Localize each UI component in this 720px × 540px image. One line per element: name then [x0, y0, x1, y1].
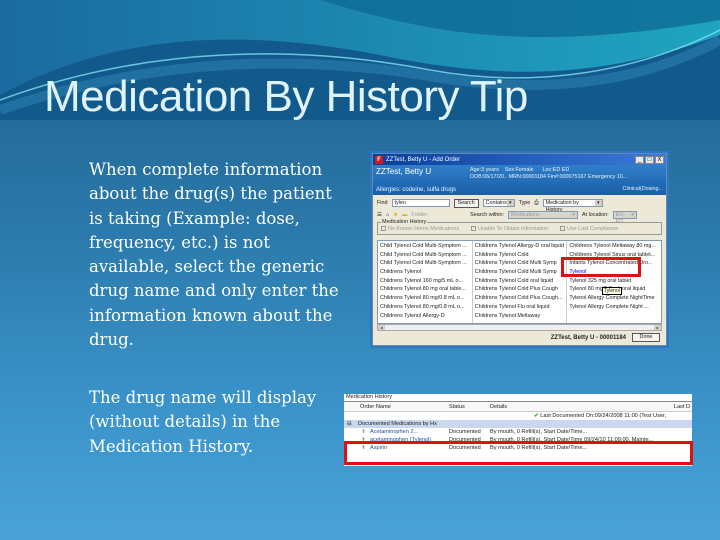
minimize-button[interactable]: _ [635, 155, 644, 164]
checkbox-unable-to-obtain[interactable]: Unable To Obtain Information [471, 226, 548, 234]
result-item[interactable]: Childrens Tylenol Cold oral liquid [475, 277, 565, 286]
patient-banner: ZZTest, Betty U Age:3 years Sex:Female L… [373, 165, 666, 195]
home-icon[interactable]: ⌂ [386, 212, 389, 218]
search-button[interactable]: Search [453, 198, 479, 208]
folder-label: Folder: [411, 212, 429, 218]
checkmark-icon: ✔ [534, 413, 539, 419]
pill-icon: ⚕ [362, 429, 366, 435]
location-select[interactable]: ED-ED ▾ [612, 211, 637, 225]
result-item[interactable]: Childrens Tylenol Meltaway [475, 312, 565, 321]
checkbox-no-known-home-meds[interactable]: No Known Home Medications [381, 226, 459, 234]
col-order-name[interactable]: Order Name [360, 404, 391, 410]
tip-paragraph-2: The drug name will display (without deta… [89, 388, 317, 456]
col-details[interactable]: Details [490, 404, 507, 410]
patient-allergies: Allergies: codeine, sulfa drugs [376, 187, 457, 193]
result-item[interactable]: Childrens Tylenol Cold Plus Cough [475, 285, 565, 294]
result-item[interactable]: Childrens Tylenol Meltaway 80 mg... [569, 242, 659, 251]
result-item[interactable]: Child Tylenol Cold Multi-Symptom ... [380, 242, 470, 251]
col-status[interactable]: Status [449, 404, 465, 410]
printer-icon: ⎙ [534, 199, 539, 206]
patient-dob: DOB:06/17/20.. [470, 174, 508, 180]
search-within-select[interactable]: Medications ▾ [507, 211, 578, 219]
window-titlebar: F ZZTest, Betty U - Add Order _ □ X [373, 154, 666, 165]
history-column-headers: Order Name Status Details Last D [344, 402, 692, 412]
type-label: Type [518, 200, 531, 206]
done-button[interactable]: Done [632, 333, 660, 342]
medication-history-legend: Medication History [381, 219, 428, 225]
medication-history-group: Medication History No Known Home Medicat… [377, 219, 662, 235]
patient-location: Loc:ED ED [542, 167, 570, 173]
order-status: Documented [449, 429, 481, 435]
star-icon[interactable]: ★ [393, 212, 398, 218]
patient-mrn: MRN:00001184 [508, 174, 547, 180]
at-location-label: At location: [581, 212, 609, 218]
result-item[interactable]: Childrens Tylenol Cold Plus Cough... [475, 294, 565, 303]
search-within-label: Search within: [470, 212, 504, 218]
result-item[interactable]: Childrens Tylenol Allergy-D [380, 312, 470, 321]
type-select[interactable]: Medication by History ▾ [542, 199, 603, 213]
result-item[interactable]: Childrens Tylenol Cold [475, 251, 565, 260]
list-icon[interactable]: ☰ [377, 212, 382, 218]
result-item[interactable]: Tylenol Allergy Complete NightTime [569, 294, 659, 303]
highlight-box [561, 257, 641, 277]
find-label: Find [377, 200, 388, 206]
add-order-window: F ZZTest, Betty U - Add Order _ □ X ZZTe… [372, 153, 667, 346]
result-item[interactable]: Tylenol 325 mg oral tablet [569, 277, 659, 286]
folder-icon[interactable]: ▬ [402, 212, 407, 218]
chevron-down-icon: ▾ [594, 200, 602, 206]
tip-paragraph-1: When complete information about the drug… [89, 160, 339, 350]
chevron-down-icon: ▾ [506, 200, 514, 206]
result-item[interactable]: Childrens Tylenol Allergy-D oral liquid [475, 242, 565, 251]
history-group-row[interactable]: ⊟ Documented Medications by Hx [344, 420, 692, 428]
collapse-icon[interactable]: ⊟ [347, 420, 352, 428]
window-title: ZZTest, Betty U - Add Order [386, 156, 461, 163]
result-item[interactable]: Child Tylenol Cold Multi-Symptom ... [380, 259, 470, 268]
slide-title: Medication By History Tip [44, 72, 528, 121]
match-type-select[interactable]: Contains ▾ [482, 199, 515, 207]
history-row[interactable]: ⚕ Acetaminophen 2... Documented By mouth, 0… [344, 428, 692, 436]
result-item[interactable]: Child Tylenol Cold Multi-Symptom ... [380, 251, 470, 260]
result-item[interactable]: Childrens Tylenol Cold Multi Symp [475, 268, 565, 277]
history-highlight-box [344, 441, 693, 465]
patient-fin: Fin#:000075167 Emergency 10... [547, 174, 628, 180]
result-item[interactable]: Childrens Tylenol 80 mg oral table... [380, 285, 470, 294]
maximize-button[interactable]: □ [645, 155, 654, 164]
tooltip: Tylenol [602, 287, 622, 295]
col-last-documented[interactable]: Last D [674, 404, 690, 410]
search-area: Find tylen Search Contains ▾ Type ⎙ Medic… [373, 195, 666, 239]
order-details: By mouth, 0 Refill(s), Start Date/Time..… [490, 429, 588, 435]
checkbox-use-last-compliance[interactable]: Use Last Compliance [560, 226, 618, 234]
find-input[interactable]: tylen [391, 199, 450, 207]
chevron-down-icon: ▾ [629, 212, 636, 218]
result-item[interactable]: Childrens Tylenol [380, 268, 470, 277]
result-item[interactable]: Tylenol Allergy Complete Night ... [569, 303, 659, 312]
medication-history-title: Medication History [344, 394, 692, 402]
patient-age: Age:3 years [470, 167, 499, 173]
app-icon: F [375, 155, 383, 164]
result-item[interactable]: Childrens Tylenol 160 mg/5 mL o... [380, 277, 470, 286]
patient-sex: Sex:Female [504, 167, 534, 173]
horizontal-scrollbar[interactable]: ◂ ▸ [377, 324, 662, 331]
close-button[interactable]: X [655, 155, 664, 164]
result-item[interactable]: Childrens Tylenol Cold Multi Symp [475, 259, 565, 268]
chevron-down-icon: ▾ [569, 212, 577, 218]
group-label: Documented Medications by Hx [358, 421, 437, 427]
last-documented-row: ✔ Last Documented On:09/24/2008 11:00 (T… [344, 412, 692, 420]
last-documented-text: Last Documented On:09/24/2008 11:00 (Tes… [540, 413, 667, 419]
footer-patient-id: ZZTest, Betty U - 00001184 [550, 334, 626, 341]
result-item[interactable]: Childrens Tylenol 80 mg/0.8 mL o... [380, 303, 470, 312]
scroll-left-icon[interactable]: ◂ [378, 325, 385, 330]
patient-status: Clinical(Dosing... [622, 186, 663, 192]
scroll-right-icon[interactable]: ▸ [654, 325, 661, 330]
order-name[interactable]: Acetaminophen 2... [370, 428, 418, 436]
result-item[interactable]: Childrens Tylenol Flu oral liquid [475, 303, 565, 312]
result-item[interactable]: Childrens Tylenol 80 mg/0.8 mL o... [380, 294, 470, 303]
results-grid: Child Tylenol Cold Multi-Symptom ... Chil… [377, 240, 662, 324]
